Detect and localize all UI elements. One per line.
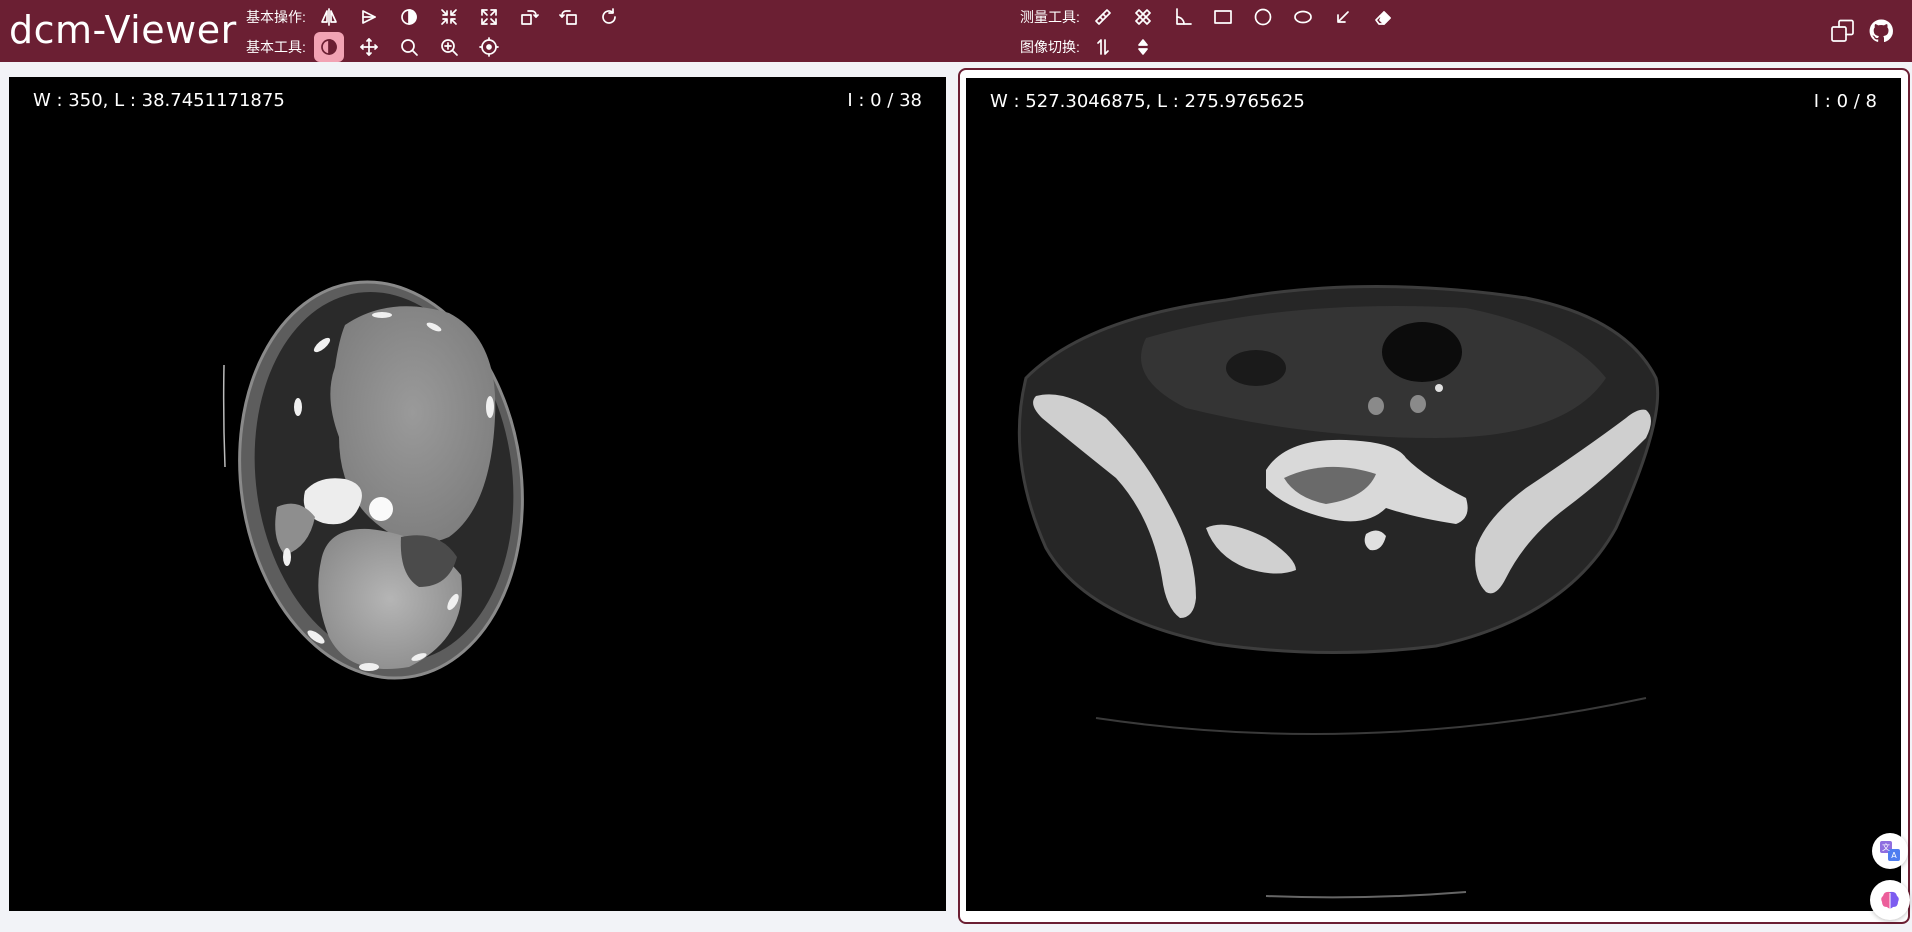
reset-button[interactable] (594, 2, 624, 32)
header-actions (1826, 14, 1902, 48)
svg-text:文: 文 (1882, 842, 1890, 852)
rectangle-roi-button[interactable] (1208, 2, 1238, 32)
translate-icon: 文 A (1880, 841, 1900, 861)
flip-horizontal-icon (321, 8, 337, 26)
basic-tools-row: 基本工具: (246, 32, 514, 62)
ct-image-pelvis (1017, 285, 1660, 899)
rotate-left-button[interactable] (554, 2, 584, 32)
app-title: dcm-Viewer (9, 8, 237, 52)
fit-icon (441, 9, 457, 25)
arrow-annotate-icon (1337, 11, 1349, 23)
viewport-left[interactable]: W : 350, L : 38.7451171875 I : 0 / 38 (9, 77, 946, 911)
flip-vertical-button[interactable] (354, 2, 384, 32)
layout-icon (1831, 19, 1854, 42)
rotate-right-button[interactable] (514, 2, 544, 32)
ellipse-roi-button[interactable] (1288, 2, 1318, 32)
github-button[interactable] (1864, 14, 1898, 48)
pan-icon (360, 38, 378, 56)
ct-image-abdomen (222, 280, 524, 680)
translate-button[interactable]: 文 A (1872, 833, 1908, 869)
github-icon (1869, 19, 1893, 43)
flip-horizontal-button[interactable] (314, 2, 344, 32)
fullscreen-icon (481, 9, 497, 25)
ruler-icon (1095, 9, 1111, 25)
image-index-readout: I : 0 / 38 (847, 90, 922, 111)
eraser-icon (1375, 11, 1391, 25)
window-level-readout: W : 350, L : 38.7451171875 (33, 90, 285, 111)
eraser-button[interactable] (1368, 2, 1398, 32)
rotate-left-icon (559, 10, 577, 25)
image-index-readout: I : 0 / 8 (1813, 91, 1877, 112)
ellipse-roi-icon (1294, 10, 1312, 24)
fullscreen-button[interactable] (474, 2, 504, 32)
top-toolbar: dcm-Viewer 基本操作: 基本工具: 测量工具: 图像切换: (0, 0, 1912, 62)
ruler-button[interactable] (1088, 2, 1118, 32)
layout-button[interactable] (1826, 14, 1860, 48)
basic-tools-label: 基本工具: (246, 39, 306, 55)
image-switch-label: 图像切换: (1020, 39, 1080, 55)
prev-next-icon (1138, 39, 1148, 55)
stack-scroll-button[interactable] (1088, 32, 1118, 62)
basic-ops-row: 基本操作: (246, 2, 634, 32)
angle-icon (1176, 8, 1192, 25)
basic-ops-label: 基本操作: (246, 9, 306, 25)
circle-roi-icon (1254, 8, 1272, 26)
window-level-readout: W : 527.3046875, L : 275.9765625 (990, 91, 1305, 112)
magnify-icon (441, 39, 458, 56)
arrow-annotate-button[interactable] (1328, 2, 1358, 32)
magnify-button[interactable] (434, 32, 464, 62)
prev-next-button[interactable] (1128, 32, 1158, 62)
pan-button[interactable] (354, 32, 384, 62)
measure-tools-row: 测量工具: (1020, 2, 1408, 32)
zoom-icon (401, 39, 418, 56)
invert-button[interactable] (394, 2, 424, 32)
probe-icon (479, 37, 499, 57)
viewport-right[interactable]: W : 527.3046875, L : 275.9765625 I : 0 /… (966, 78, 1901, 911)
rectangle-roi-icon (1214, 10, 1232, 24)
ai-brain-icon (1881, 891, 1899, 909)
probe-button[interactable] (474, 32, 504, 62)
reset-icon (602, 8, 616, 24)
circle-roi-button[interactable] (1248, 2, 1278, 32)
fit-button[interactable] (434, 2, 464, 32)
flip-vertical-icon (362, 10, 376, 24)
angle-button[interactable] (1168, 2, 1198, 32)
window-level-button[interactable] (313, 32, 344, 62)
window-level-icon (321, 39, 337, 55)
bidirectional-ruler-icon (1135, 9, 1151, 25)
svg-text:A: A (1891, 851, 1897, 860)
ai-assistant-button[interactable] (1870, 880, 1910, 920)
rotate-right-icon (521, 10, 539, 25)
bidirectional-ruler-button[interactable] (1128, 2, 1158, 32)
stack-scroll-icon (1097, 39, 1109, 55)
measure-tools-label: 测量工具: (1020, 9, 1080, 25)
zoom-button[interactable] (394, 32, 424, 62)
image-switch-row: 图像切换: (1020, 32, 1168, 62)
invert-icon (401, 9, 417, 25)
